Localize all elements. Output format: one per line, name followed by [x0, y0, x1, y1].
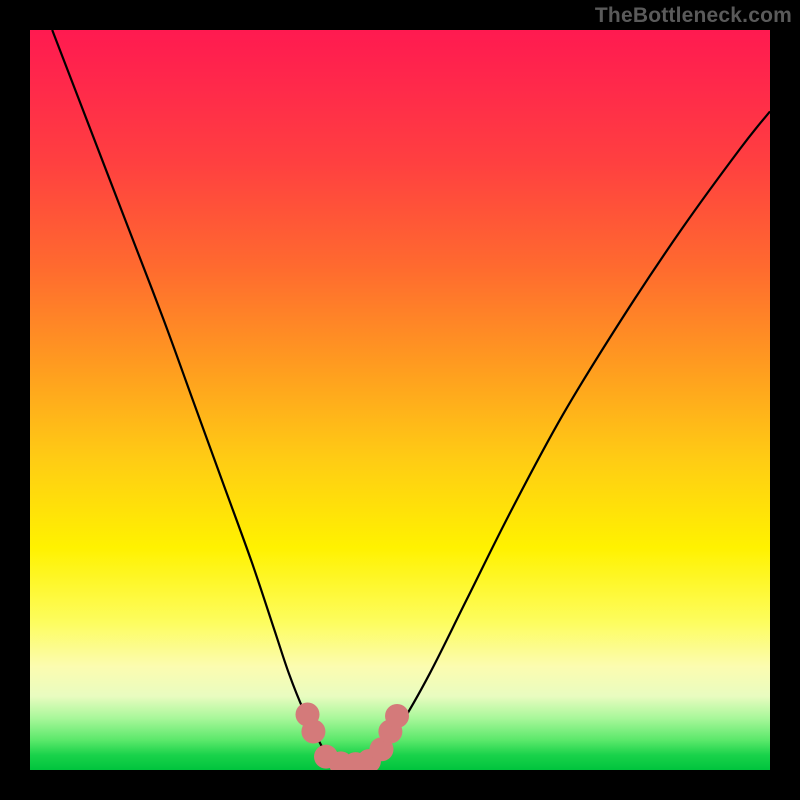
plot-area	[30, 30, 770, 770]
left-curve-path	[52, 30, 341, 766]
right-curve-path	[363, 111, 770, 766]
curve-group	[52, 30, 770, 766]
watermark-text: TheBottleneck.com	[595, 4, 792, 28]
marker-group	[296, 703, 410, 771]
chart-svg	[30, 30, 770, 770]
marker-dot	[301, 720, 325, 744]
chart-frame: TheBottleneck.com	[0, 0, 800, 800]
marker-dot	[385, 704, 409, 728]
